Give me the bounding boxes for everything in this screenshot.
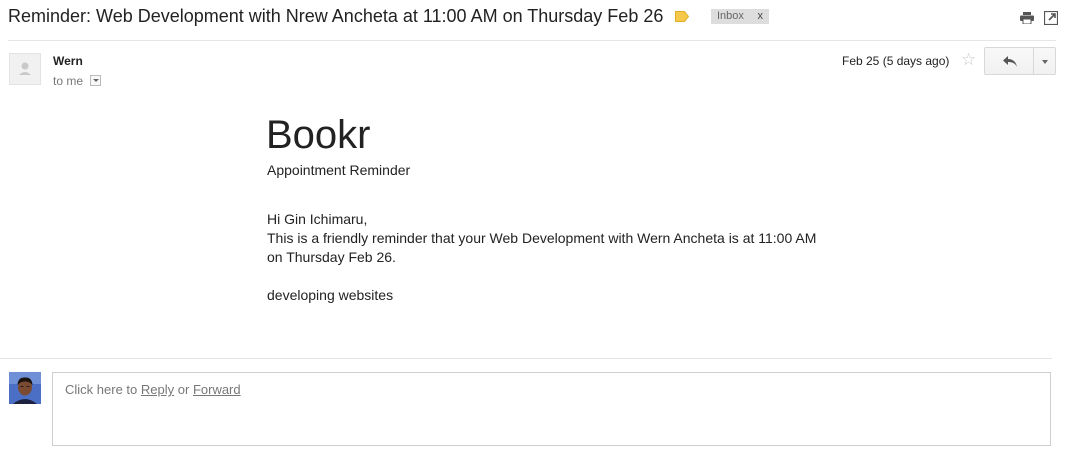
sender-name[interactable]: Wern [53, 54, 83, 68]
appointment-note: developing websites [267, 287, 394, 303]
email-subject: Reminder: Web Development with Nrew Anch… [8, 6, 664, 26]
reply-link[interactable]: Reply [141, 382, 174, 397]
reply-button[interactable] [984, 47, 1034, 75]
divider [8, 40, 1056, 41]
more-options-button[interactable] [1033, 47, 1056, 75]
message-date: Feb 25 (5 days ago) [842, 54, 950, 68]
avatar [9, 53, 41, 85]
greeting: Hi Gin Ichimaru, [267, 211, 368, 227]
label-tag-icon[interactable] [675, 11, 689, 22]
star-icon[interactable]: ☆ [961, 51, 976, 69]
user-photo-icon [9, 372, 41, 404]
reply-arrow-icon [1003, 56, 1017, 67]
email-subtitle: Appointment Reminder [267, 162, 411, 178]
inbox-label-chip[interactable]: Inbox x [711, 9, 769, 24]
person-icon [19, 62, 31, 75]
reply-prompt-prefix: Click here to [65, 382, 138, 397]
new-window-icon[interactable] [1044, 11, 1058, 25]
print-icon[interactable] [1020, 12, 1034, 24]
message-line: on Thursday Feb 26. [267, 249, 396, 265]
reply-prompt: Click here to Reply or Forward [65, 382, 241, 397]
subject-bar: Reminder: Web Development with Nrew Anch… [0, 0, 1068, 40]
quick-reply-box[interactable]: Click here to Reply or Forward [52, 372, 1051, 446]
remove-label-button[interactable]: x [758, 9, 764, 24]
divider [0, 358, 1052, 359]
inbox-label-text: Inbox [717, 10, 744, 22]
forward-link[interactable]: Forward [193, 382, 241, 397]
user-avatar [9, 372, 41, 404]
message-line: This is a friendly reminder that your We… [267, 230, 817, 246]
reply-prompt-or: or [177, 382, 190, 397]
recipient-text: to me [53, 74, 84, 88]
brand-title: Bookr [266, 113, 371, 157]
recipient-details-dropdown[interactable] [90, 75, 101, 86]
